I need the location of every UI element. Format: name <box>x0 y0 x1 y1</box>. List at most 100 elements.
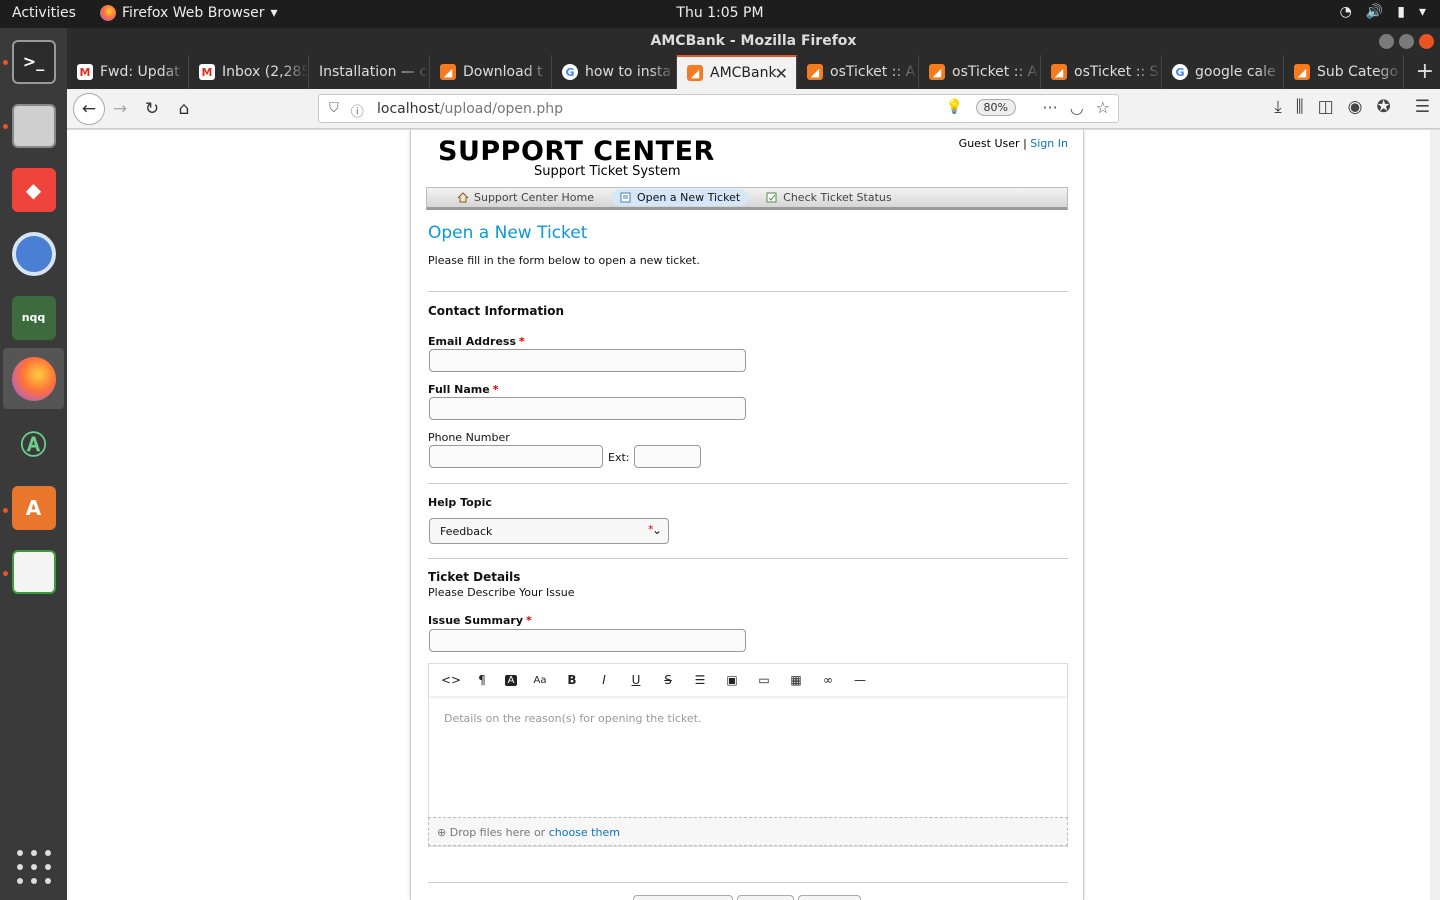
nav-open-new-ticket[interactable]: Open a New Ticket <box>612 189 749 206</box>
download-icon[interactable]: ⤓ <box>1274 97 1282 117</box>
list-icon[interactable]: ☰ <box>691 673 709 687</box>
dock-chromium[interactable] <box>3 223 64 284</box>
help-topic-heading: Help Topic <box>428 496 492 509</box>
fullname-field[interactable] <box>429 397 746 420</box>
bold-icon[interactable]: B <box>563 673 581 687</box>
tracking-shield-icon[interactable]: ⛉ <box>329 101 339 120</box>
font-size-icon[interactable]: Aa <box>531 675 549 686</box>
dock-anydesk[interactable]: ◆ <box>3 159 64 220</box>
image-icon[interactable]: ▣ <box>723 673 741 687</box>
email-field[interactable] <box>429 349 746 372</box>
url-host: localhost <box>377 101 440 117</box>
window-title: AMCBank - Mozilla Firefox <box>650 33 857 49</box>
paragraph-format-icon[interactable]: ¶ <box>473 673 491 687</box>
underline-icon[interactable]: U <box>627 673 645 687</box>
volume-icon[interactable]: 🔊 <box>1366 4 1383 20</box>
tab[interactable]: ◢ osTicket :: S <box>1041 55 1162 89</box>
navigation-toolbar: ← → ↻ ⌂ ⛉ ⓘ localhost/upload/open.php 💡 … <box>67 89 1440 129</box>
table-icon[interactable]: ▦ <box>787 673 805 687</box>
italic-icon[interactable]: I <box>595 673 613 687</box>
lightbulb-icon[interactable]: 💡 <box>946 99 963 115</box>
dock-software-center[interactable]: A <box>3 477 64 538</box>
choose-files-link[interactable]: choose them <box>549 826 620 839</box>
tab[interactable]: M Inbox (2,285 <box>189 55 309 89</box>
page-viewport: SUPPORT CENTER Support Ticket System Gue… <box>67 130 1440 900</box>
chevron-down-icon[interactable]: ▾ <box>1419 4 1426 20</box>
system-tray[interactable]: ◔ 🔊 ▮ ▾ <box>1340 4 1426 20</box>
sign-in-link[interactable]: Sign In <box>1030 137 1068 150</box>
close-tab-icon[interactable]: ✕ <box>775 64 788 83</box>
create-ticket-button[interactable] <box>633 895 733 900</box>
nav-support-center-home[interactable]: Support Center Home <box>449 189 602 206</box>
clock[interactable]: Thu 1:05 PM <box>0 5 1440 21</box>
maximize-button[interactable] <box>1399 34 1414 49</box>
site-info-icon[interactable]: ⓘ <box>351 101 364 120</box>
phone-field[interactable] <box>429 445 603 468</box>
tab-active[interactable]: ◢ AMCBank ✕ <box>677 55 797 89</box>
android-studio-icon: Ⓐ <box>11 421 56 466</box>
required-marker: * <box>492 383 499 396</box>
dock-files[interactable] <box>3 95 64 156</box>
fullname-label-text: Full Name <box>428 383 490 396</box>
tab[interactable]: ◢ osTicket :: A <box>919 55 1041 89</box>
back-icon[interactable]: ← <box>73 93 105 125</box>
osticket-icon: ◢ <box>807 64 823 80</box>
pocket-icon[interactable]: ◡ <box>1070 98 1084 117</box>
tab[interactable]: ◢ Download t <box>430 55 552 89</box>
page-scrollbar[interactable] <box>1430 130 1440 900</box>
tab[interactable]: ◢ Sub Catego <box>1284 55 1404 89</box>
chromium-icon <box>11 231 56 276</box>
cancel-button[interactable] <box>798 895 861 900</box>
zoom-level-button[interactable]: 80% <box>975 99 1016 116</box>
guest-user-label: Guest User <box>958 137 1020 150</box>
dock-terminal[interactable]: >_ <box>3 31 64 92</box>
file-drop-zone[interactable]: ⊕ Drop files here or choose them <box>428 817 1068 846</box>
link-icon[interactable]: ∞ <box>819 673 837 687</box>
show-applications-icon[interactable] <box>17 850 51 884</box>
gmail-icon: M <box>77 64 93 80</box>
video-icon[interactable]: ▭ <box>755 673 773 687</box>
tab[interactable]: ◢ osTicket :: A <box>797 55 919 89</box>
tab[interactable]: G how to insta <box>552 55 677 89</box>
battery-icon[interactable]: ▮ <box>1397 4 1405 20</box>
horizontal-rule-icon[interactable]: — <box>851 673 869 687</box>
home-icon[interactable]: ⌂ <box>171 96 197 122</box>
phone-ext-field[interactable] <box>634 445 701 468</box>
reload-icon[interactable]: ↻ <box>139 96 165 122</box>
url-text[interactable]: localhost/upload/open.php <box>377 101 563 117</box>
editor-toolbar: <> ¶ A Aa B I U S ☰ ▣ ▭ ▦ ∞ — <box>429 664 1067 696</box>
strikethrough-icon[interactable]: S <box>659 673 677 687</box>
minimize-button[interactable] <box>1379 34 1394 49</box>
extension-icon[interactable]: ✪ <box>1377 97 1391 117</box>
help-topic-select[interactable]: Feedback ⌄ <box>429 518 669 544</box>
new-tab-icon[interactable]: + <box>1416 59 1434 84</box>
font-color-icon[interactable]: A <box>505 674 517 686</box>
intro-text: Please fill in the form below to open a … <box>428 254 700 267</box>
nav-label: Support Center Home <box>474 191 594 204</box>
dock-libreoffice-calc[interactable] <box>3 541 64 602</box>
tab[interactable]: Installation — c <box>309 55 430 89</box>
issue-summary-field[interactable] <box>429 629 746 652</box>
hamburger-menu-icon[interactable]: ☰ <box>1415 97 1430 117</box>
page-actions-icon[interactable]: ··· <box>1042 98 1057 117</box>
url-bar[interactable]: ⛉ ⓘ localhost/upload/open.php 💡 80% ··· … <box>318 94 1119 123</box>
dock-firefox[interactable] <box>3 348 64 409</box>
bookmark-star-icon[interactable]: ☆ <box>1096 98 1110 117</box>
user-info: Guest User | Sign In <box>959 137 1068 150</box>
sidebar-icon[interactable]: ◫ <box>1318 97 1334 117</box>
nav-label: Check Ticket Status <box>783 191 892 204</box>
tab[interactable]: M Fwd: Updat <box>67 55 189 89</box>
main-nav: Support Center Home Open a New Ticket Ch… <box>426 187 1068 210</box>
close-window-button[interactable] <box>1419 34 1434 49</box>
nav-check-ticket-status[interactable]: Check Ticket Status <box>758 189 899 206</box>
account-icon[interactable]: ◉ <box>1348 97 1363 117</box>
wifi-icon[interactable]: ◔ <box>1340 4 1352 20</box>
reset-button[interactable] <box>737 895 794 900</box>
site-logo[interactable]: SUPPORT CENTER Support Ticket System <box>438 136 715 179</box>
dock-notepadqq[interactable]: nqq <box>3 287 64 348</box>
library-icon[interactable]: ⫼ <box>1296 97 1304 117</box>
tab[interactable]: G google cale <box>1162 55 1284 89</box>
dock-android-studio[interactable]: Ⓐ <box>3 413 64 474</box>
forward-icon[interactable]: → <box>107 96 133 122</box>
code-view-icon[interactable]: <> <box>441 673 461 687</box>
